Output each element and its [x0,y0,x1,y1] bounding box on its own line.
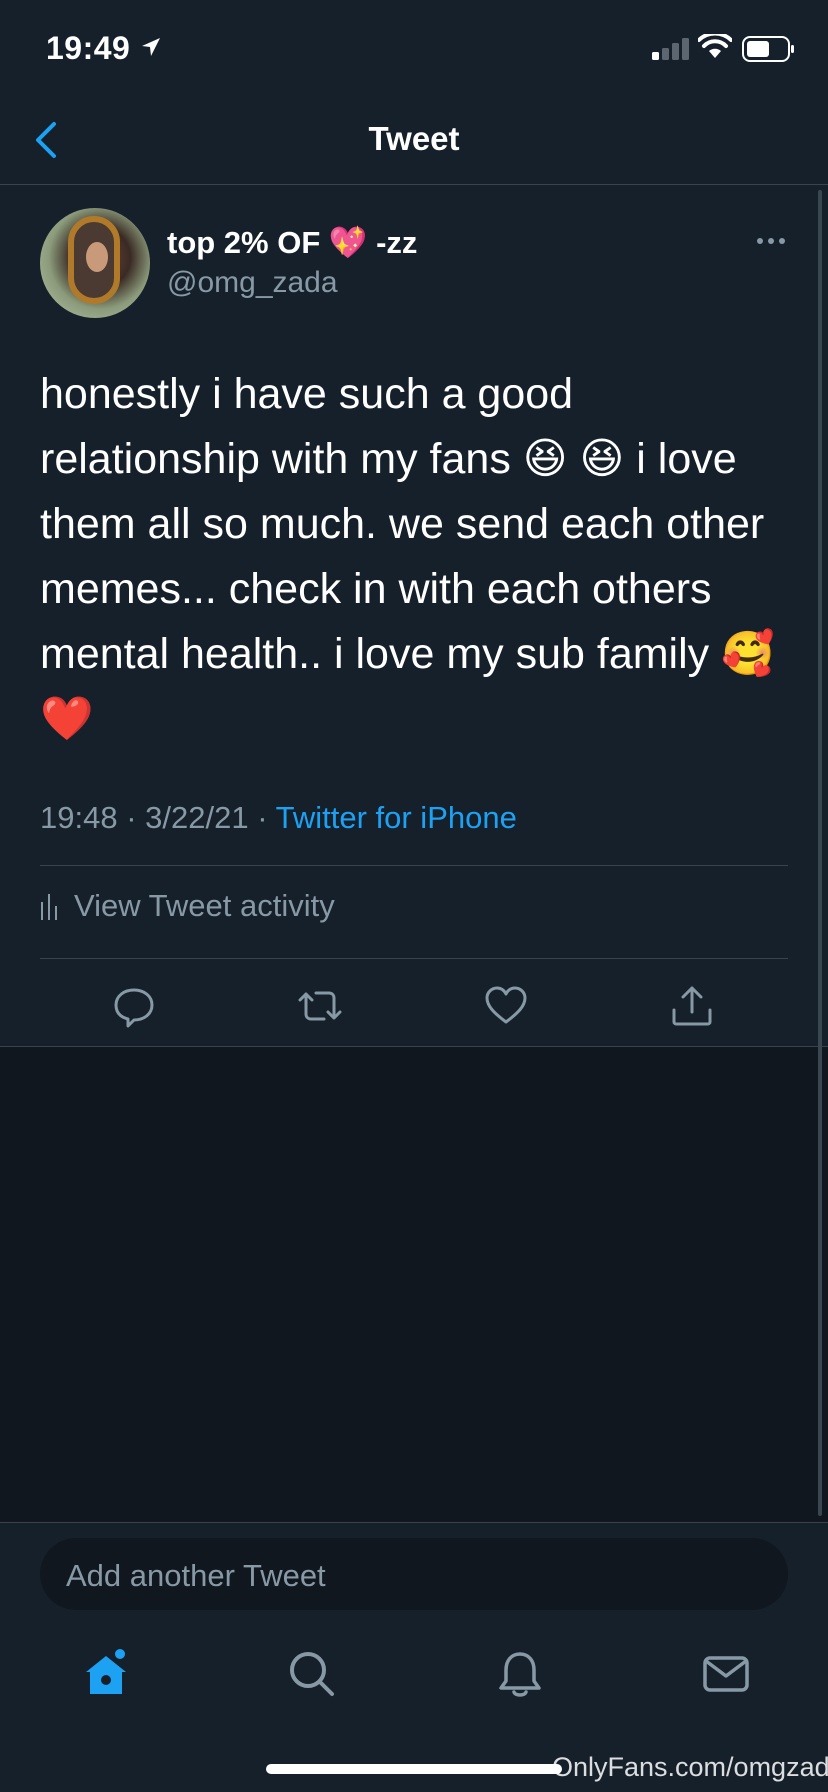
user-handle[interactable]: @omg_zada [167,266,338,300]
meta-divider [40,865,788,866]
header-divider [0,184,828,185]
scrollbar[interactable] [818,190,822,1516]
view-tweet-activity-label: View Tweet activity [74,888,335,923]
retweet-icon[interactable] [296,982,344,1030]
more-options-icon[interactable] [756,236,786,246]
tweet-source-link[interactable]: Twitter for iPhone [276,800,517,835]
tweet-text: honestly i have such a good relationship… [40,370,775,743]
page-title: Tweet [368,120,460,157]
status-time: 19:49 [46,30,131,66]
meta-separator: · [126,800,137,835]
tweet-date: 3/22/21 [145,800,249,835]
tweet-meta: 19:48 · 3/22/21 · Twitter for iPhone [40,800,517,836]
tweet-time: 19:48 [40,800,118,835]
bell-icon[interactable] [494,1648,546,1700]
avatar[interactable] [40,208,150,318]
add-tweet-input[interactable]: Add another Tweet [40,1538,788,1610]
empty-replies-area [0,1047,828,1522]
display-name[interactable]: top 2% OF 💖 -zz [167,224,417,261]
analytics-icon [41,894,57,920]
wifi-icon [698,34,732,58]
view-tweet-activity[interactable]: View Tweet activity [40,888,335,924]
activity-divider [40,958,788,959]
share-icon[interactable] [668,982,716,1030]
home-icon[interactable] [80,1648,132,1700]
signal-icon [652,38,689,60]
like-icon[interactable] [482,982,530,1030]
location-arrow-icon [142,38,160,56]
watermark: OnlyFans.com/omgzada [552,1752,828,1782]
meta-separator: · [257,800,268,835]
search-icon[interactable] [286,1648,338,1700]
reply-icon[interactable] [110,982,158,1030]
home-indicator[interactable] [266,1764,562,1774]
mail-icon[interactable] [700,1648,752,1700]
battery-icon [742,36,794,62]
